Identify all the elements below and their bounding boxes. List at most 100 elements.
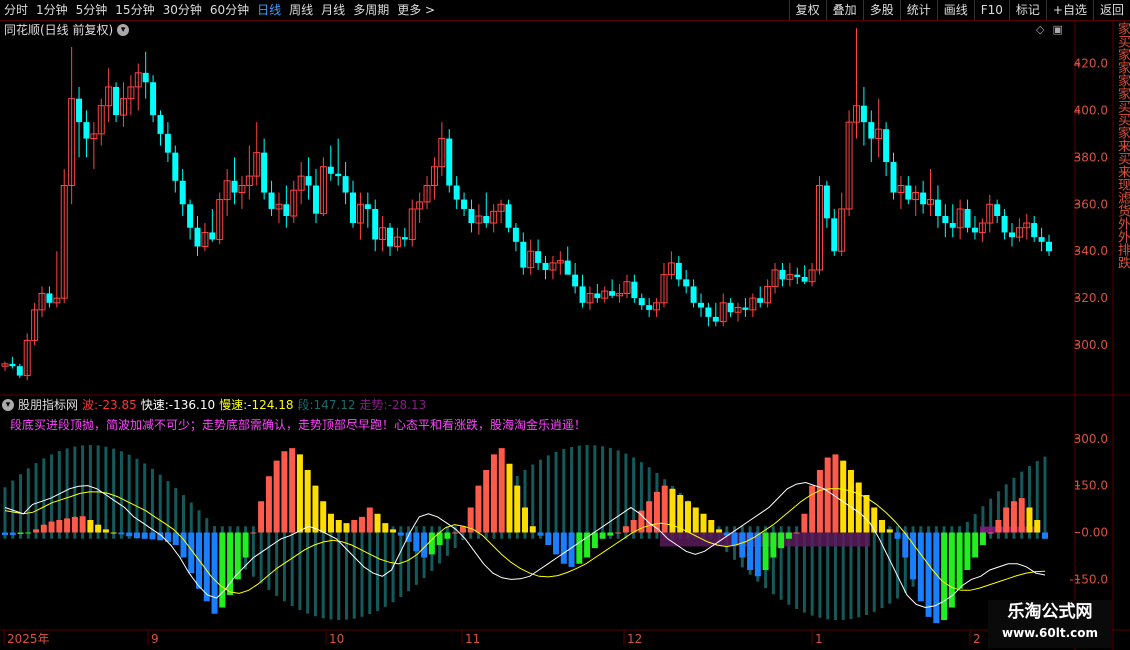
wave-bar — [731, 532, 738, 545]
candle-body — [1001, 216, 1008, 233]
wave-bar — [622, 526, 629, 533]
wave-bar — [118, 532, 125, 535]
candle-body — [727, 302, 734, 313]
candle-body — [342, 176, 349, 193]
wave-bar — [33, 529, 40, 533]
candle-body — [305, 176, 312, 186]
wave-bar — [778, 532, 785, 549]
candle-body — [46, 293, 53, 303]
candle-body — [535, 251, 542, 263]
wave-bar — [894, 532, 901, 539]
wave-bar — [514, 485, 521, 533]
wave-bar — [281, 451, 288, 533]
wave-bar — [265, 476, 272, 533]
candle-body — [594, 293, 601, 299]
chevron-down-icon[interactable]: ▾ — [2, 399, 14, 411]
wave-bar — [48, 521, 55, 533]
wave-bar — [126, 532, 133, 537]
right-side-strip: 家买家家家家买买家来买来现滤货外外排跌 — [1115, 22, 1130, 269]
wave-bar — [459, 526, 466, 533]
indicator-field-1: 快速:-136.10 — [140, 398, 216, 412]
wave-bar — [149, 532, 156, 540]
candle-body — [920, 192, 927, 205]
candle-body — [283, 204, 290, 216]
wave-bar — [646, 501, 653, 533]
wave-bar — [452, 532, 459, 534]
candle-body — [779, 269, 786, 280]
candle-body — [372, 208, 379, 240]
wave-bar — [979, 532, 986, 545]
candle-body — [446, 138, 453, 186]
wave-bar — [1034, 520, 1041, 533]
wave-bar — [754, 532, 761, 577]
wave-bar — [816, 470, 823, 533]
wave-bar — [661, 485, 668, 533]
candle-body — [268, 192, 275, 209]
candle-body — [890, 162, 897, 193]
wave-bar — [599, 532, 606, 539]
candle-body — [964, 208, 971, 228]
wave-bar — [64, 518, 71, 533]
indicator-name: 股朋指标网 — [18, 398, 79, 412]
candle-body — [572, 274, 579, 287]
candle-body — [453, 185, 460, 200]
wave-bar — [390, 529, 397, 533]
candle-body — [16, 366, 23, 376]
wave-bar — [79, 516, 86, 533]
candle-body — [164, 133, 171, 153]
wave-bar — [591, 532, 598, 549]
wave-bar — [770, 532, 777, 558]
wave-bar — [910, 532, 917, 580]
wave-bar — [995, 520, 1002, 533]
candle-body — [172, 152, 179, 181]
price-tick-label: 300.0 — [1074, 338, 1108, 352]
candle-body — [1038, 237, 1045, 242]
indicator-field-4: 走势:-28.13 — [359, 398, 427, 412]
candle-body — [387, 227, 394, 247]
watermark-line2: www.60lt.com — [1001, 626, 1099, 640]
wave-bar — [708, 520, 715, 533]
kline-chart[interactable]: 420.0 400.0 380.0 360.0 340.0 320.0 300.0 300.0… — [0, 0, 1130, 650]
wave-bar — [739, 532, 746, 558]
candle-body — [194, 227, 201, 247]
time-tick-label: 12 — [627, 632, 642, 646]
candle-body — [1031, 223, 1038, 238]
candle-body — [631, 281, 638, 299]
candle-body — [609, 291, 616, 296]
price-tick-label: 340.0 — [1074, 244, 1108, 258]
wave-bar — [180, 532, 187, 558]
wave-bar — [956, 532, 963, 589]
candle-body — [113, 86, 120, 116]
price-tick-label: 320.0 — [1074, 291, 1108, 305]
candle-body — [187, 204, 194, 228]
time-tick-label: 11 — [465, 632, 480, 646]
time-tick-label: 9 — [151, 632, 159, 646]
candle-body — [150, 82, 157, 116]
wave-bar — [863, 495, 870, 533]
wave-bar — [359, 516, 366, 533]
wave-bar — [917, 532, 924, 602]
watermark: 乐淘公式网 www.60lt.com — [988, 600, 1112, 648]
candle-body — [520, 241, 527, 268]
wave-bar — [327, 513, 334, 533]
wave-bar — [9, 532, 16, 535]
candle-body — [83, 122, 90, 139]
candle-body — [179, 180, 186, 205]
wave-bar — [716, 529, 723, 533]
candle-body — [231, 180, 238, 193]
wave-bar — [56, 520, 63, 533]
candle-body — [646, 305, 653, 310]
candle-body — [860, 105, 867, 123]
candle-body — [675, 262, 682, 280]
wave-bar — [925, 532, 932, 617]
indicator-description: 段底买进段顶抛，简波加减不可少；走势底部需确认，走势顶部尽早跑！心态平和看涨跌，… — [10, 418, 587, 432]
candle-body — [712, 316, 719, 322]
candle-body — [350, 192, 356, 224]
indicator-tick-label: 150.0 — [1074, 479, 1108, 493]
wave-bar — [250, 532, 257, 534]
wave-bar — [840, 460, 847, 533]
wave-bar — [607, 532, 614, 536]
candle-body — [801, 277, 808, 282]
time-tick-label: 2025年 — [7, 632, 50, 646]
candle-body — [401, 237, 408, 240]
